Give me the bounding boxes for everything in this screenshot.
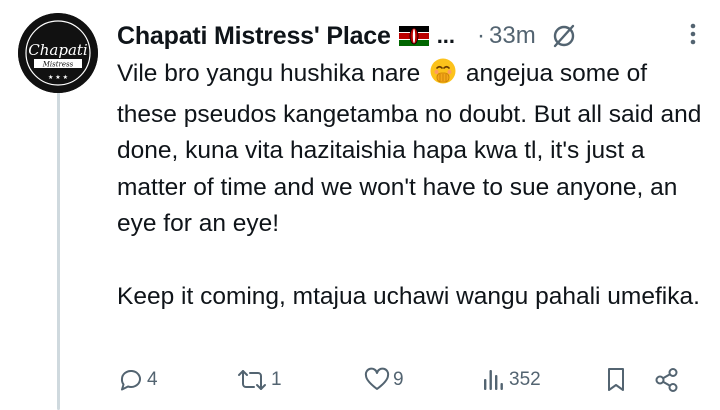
heart-icon [363,366,391,394]
thread-line [57,92,60,410]
author-name[interactable]: Chapati Mistress' Place [117,22,391,51]
name-truncation: ... [436,23,456,48]
share-button[interactable] [653,366,681,394]
more-dots-icon[interactable] [688,20,698,48]
paragraph-1-start: Vile bro yangu hushika nare [117,60,421,87]
grok-icon[interactable] [550,22,578,50]
bookmark-icon [603,366,629,394]
bookmark-button[interactable] [603,366,629,394]
views-button[interactable]: 352 [481,366,541,394]
repost-icon [235,366,269,394]
tweet-header: Chapati Mistress' Place ... · 33m [117,16,698,56]
svg-text:★ ★ ★: ★ ★ ★ [48,74,68,81]
separator-dot: · [477,22,486,49]
avatar[interactable]: Chapati Mistress ★ ★ ★ [18,13,98,93]
action-bar: 4 1 9 352 [117,366,693,400]
tweet-paragraph-1: Vile bro yangu hushika nare angejua some… [117,56,707,243]
avatar-logo: Chapati Mistress ★ ★ ★ [18,13,98,93]
share-icon [653,366,681,394]
repost-button[interactable]: 1 [235,366,282,394]
repost-count: 1 [271,369,282,390]
tweet-text: Vile bro yangu hushika nare angejua some… [117,56,707,315]
timestamp[interactable]: 33m [489,22,536,50]
like-button[interactable]: 9 [363,366,404,394]
like-count: 9 [393,369,404,390]
avatar-title: Chapati [28,41,88,59]
views-chart-icon [481,366,507,394]
avatar-subtitle: Mistress [42,61,74,69]
hand-over-mouth-emoji-icon [429,57,457,97]
views-count: 352 [509,369,541,390]
tweet-paragraph-2: Keep it coming, mtajua uchawi wangu paha… [117,282,700,310]
reply-icon [117,366,145,394]
kenya-flag-icon [398,26,429,46]
reply-button[interactable]: 4 [117,366,158,394]
reply-count: 4 [147,369,158,390]
